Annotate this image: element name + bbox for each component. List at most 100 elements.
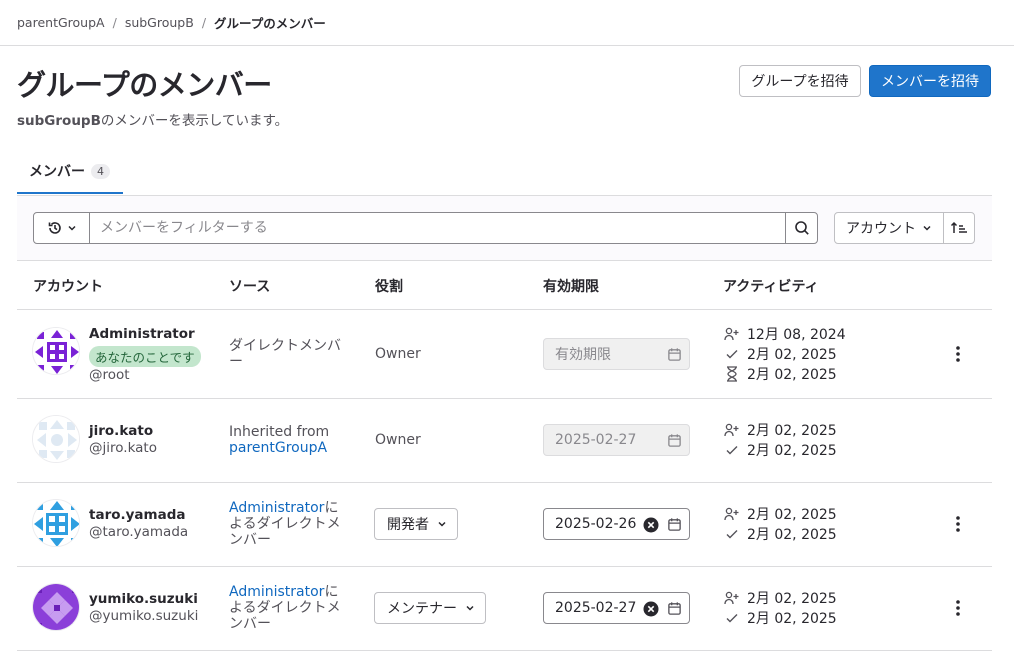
source-cell: ダイレクトメンバー (229, 338, 349, 370)
sort-field-dropdown[interactable]: アカウント (834, 212, 944, 244)
sort-field-label: アカウント (846, 221, 916, 237)
table-row: jiro.kato @jiro.kato Inherited from pare… (17, 399, 992, 482)
page-title: グループのメンバー (17, 68, 272, 102)
table-divider (17, 650, 992, 651)
role-text: Owner (375, 432, 421, 448)
expiration-date-value: 2025-02-27 (555, 600, 637, 616)
activity-access-granted: 2月 02, 2025 (723, 344, 837, 364)
expiration-date-field: 2025-02-27 (543, 424, 690, 456)
avatar[interactable] (32, 327, 80, 375)
account-name[interactable]: jiro.kato (89, 423, 153, 439)
source-link[interactable]: Administrator (229, 500, 324, 516)
chevron-down-icon (923, 225, 931, 231)
search-icon (794, 221, 809, 235)
activity-access-date: 2月 02, 2025 (747, 611, 837, 627)
tab-members-count-badge: 4 (91, 163, 110, 179)
table-row: taro.yamada @taro.yamada Administratorによ… (17, 483, 992, 566)
clear-icon[interactable] (643, 517, 659, 533)
invite-members-button[interactable]: メンバーを招待 (869, 65, 991, 97)
ellipsis-vertical-icon (956, 346, 960, 362)
activity-joined: 2月 02, 2025 (723, 504, 837, 524)
expiration-placeholder: 有効期限 (555, 347, 611, 363)
activity-access-date: 2月 02, 2025 (747, 347, 837, 363)
expiration-date-field[interactable]: 2025-02-27 (543, 592, 690, 624)
check-icon (726, 530, 738, 539)
invite-group-button[interactable]: グループを招待 (739, 65, 861, 97)
search-button[interactable] (785, 213, 817, 243)
activity-joined: 2月 02, 2025 (723, 588, 837, 608)
role-dropdown[interactable]: 開発者 (374, 508, 458, 540)
table-row: Administrator あなたのことです @root ダイレクトメンバー O… (17, 310, 992, 398)
avatar[interactable] (32, 415, 80, 463)
role-dropdown[interactable]: メンテナー (374, 592, 486, 624)
account-name[interactable]: Administrator (89, 326, 195, 342)
calendar-icon (668, 602, 681, 615)
activity-joined-date: 2月 02, 2025 (747, 591, 837, 607)
header-divider (0, 45, 1014, 46)
subtitle-group-name: subGroupB (17, 113, 101, 129)
activity-access-date: 2月 02, 2025 (747, 443, 837, 459)
check-icon (726, 614, 738, 623)
you-badge: あなたのことです (89, 346, 201, 367)
table-row: yumiko.suzuki @yumiko.suzuki Administrat… (17, 567, 992, 650)
page-subtitle: subGroupBのメンバーを表示しています。 (17, 109, 288, 129)
sort-ascending-icon (950, 221, 967, 233)
role-dropdown-label: 開発者 (387, 517, 429, 533)
column-header-account: アカウント (33, 279, 103, 295)
source-cell: Inherited from parentGroupA (229, 424, 349, 456)
activity-joined-date: 12月 08, 2024 (747, 327, 846, 343)
expiration-date-field: 有効期限 (543, 338, 690, 370)
check-icon (726, 350, 738, 359)
account-username: @jiro.kato (89, 440, 157, 456)
source-link[interactable]: Administrator (229, 584, 324, 600)
expiration-date-field[interactable]: 2025-02-26 (543, 508, 690, 540)
tab-members[interactable]: メンバー 4 (17, 150, 123, 194)
activity-last-date: 2月 02, 2025 (747, 367, 837, 383)
breadcrumb-item-parent[interactable]: parentGroupA (17, 15, 105, 30)
activity-access-granted: 2月 02, 2025 (723, 524, 837, 544)
subtitle-text: のメンバーを表示しています。 (100, 113, 289, 129)
chevron-down-icon (438, 521, 446, 527)
recent-searches-button[interactable] (34, 213, 90, 243)
avatar[interactable] (32, 499, 80, 547)
source-link[interactable]: parentGroupA (229, 440, 349, 456)
activity-joined: 2月 02, 2025 (723, 420, 837, 440)
account-username: @root (89, 367, 130, 383)
source-cell: Administratorによるダイレクトメンバー (229, 500, 349, 548)
chevron-down-icon (67, 225, 76, 231)
sort-direction-button[interactable] (943, 212, 975, 244)
calendar-icon (668, 434, 681, 447)
activity-joined: 12月 08, 2024 (723, 324, 846, 344)
breadcrumb-item-subgroup[interactable]: subGroupB (125, 15, 194, 30)
calendar-icon (668, 518, 681, 531)
account-username: @taro.yamada (89, 524, 189, 540)
source-text: Inherited from (229, 424, 330, 440)
activity-access-date: 2月 02, 2025 (747, 527, 837, 543)
filter-bar: アカウント (17, 195, 992, 261)
row-actions-button[interactable] (950, 598, 966, 618)
search-group (33, 212, 818, 244)
user-add-icon (724, 327, 739, 341)
row-actions-button[interactable] (950, 344, 966, 364)
breadcrumb: parentGroupA / subGroupB / グループのメンバー (17, 13, 326, 32)
account-name[interactable]: yumiko.suzuki (89, 591, 198, 607)
source-cell: Administratorによるダイレクトメンバー (229, 584, 349, 632)
user-add-icon (724, 591, 739, 605)
user-add-icon (724, 423, 739, 437)
avatar[interactable] (32, 583, 80, 631)
expiration-date-value: 2025-02-27 (555, 432, 637, 448)
account-name[interactable]: taro.yamada (89, 507, 185, 523)
activity-access-granted: 2月 02, 2025 (723, 440, 837, 460)
member-filter-input[interactable] (90, 213, 785, 243)
activity-joined-date: 2月 02, 2025 (747, 507, 837, 523)
clear-icon[interactable] (643, 601, 659, 617)
breadcrumb-current: グループのメンバー (214, 16, 326, 31)
activity-joined-date: 2月 02, 2025 (747, 423, 837, 439)
breadcrumb-separator: / (201, 15, 207, 30)
activity-last: 2月 02, 2025 (723, 364, 837, 384)
hourglass-icon (727, 366, 737, 382)
chevron-down-icon (466, 605, 474, 611)
row-actions-button[interactable] (950, 514, 966, 534)
tab-members-label: メンバー (29, 164, 85, 180)
role-dropdown-label: メンテナー (387, 601, 457, 617)
